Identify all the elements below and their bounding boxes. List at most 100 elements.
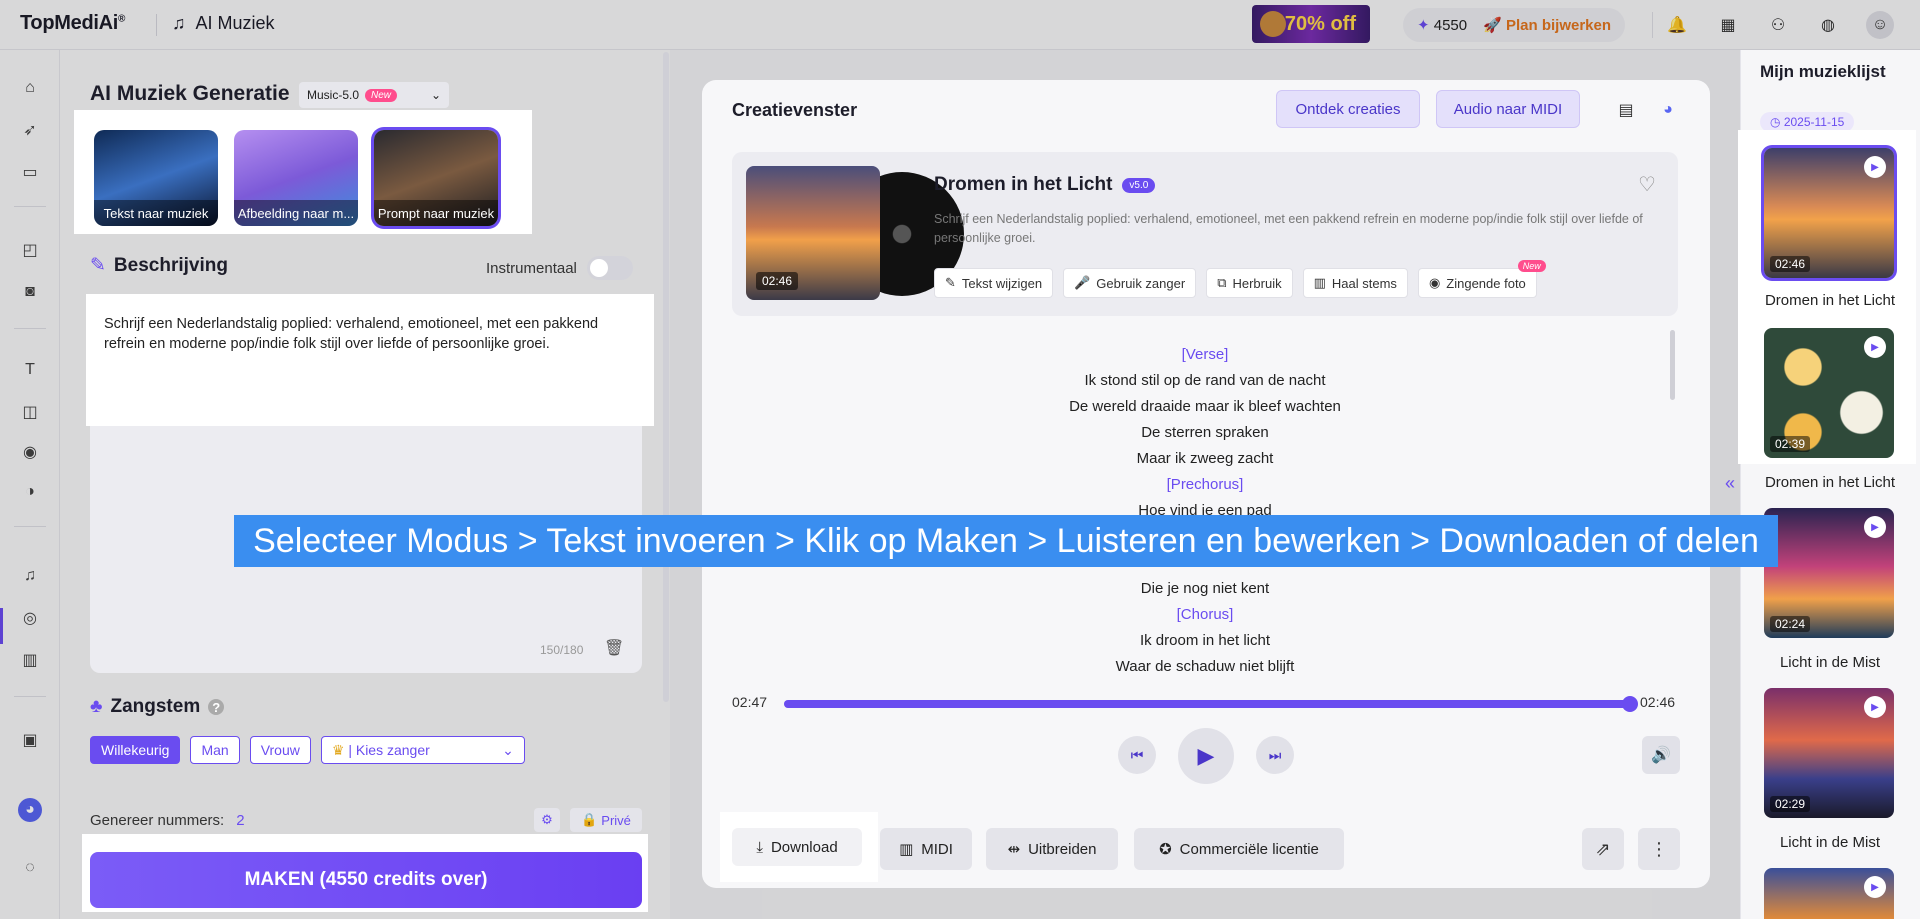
list-settings-icon[interactable]: ▤ [1612,96,1640,124]
trash-icon[interactable]: 🗑 [604,638,624,658]
globe-icon[interactable]: ◍ [1814,11,1842,39]
text-tool-icon[interactable]: T [18,358,42,382]
rocket-nav-icon[interactable]: ➶ [18,118,42,142]
track-name[interactable]: Dromen in het Licht [1740,292,1920,309]
upgrade-plan-button[interactable]: 🚀 Plan bijwerken [1483,16,1611,34]
track-thumb[interactable]: ▶ [1764,868,1894,919]
commercial-license-button[interactable]: ✪ Commerciële licentie [1134,828,1344,870]
lyrics-line: Waar de schaduw niet blijft [1115,658,1295,675]
instrumental-toggle[interactable] [586,256,633,280]
promo-banner[interactable]: 70% off [1252,5,1370,43]
edit-lyrics-button[interactable]: ✎ Tekst wijzigen [934,268,1054,298]
voice-male-button[interactable]: Man [190,736,240,764]
date-chip: ◷ 2025-11-15 [1760,112,1855,132]
next-icon[interactable]: ⏭ [1256,736,1294,774]
extend-button[interactable]: ⇹ Uitbreiden [986,828,1118,870]
edit-icon: ✎ [945,275,956,290]
singing-photo-button[interactable]: ◉ Zingende foto New [1417,260,1546,298]
camera-icon[interactable]: ◙ [18,280,42,304]
new-badge: New [1517,260,1546,272]
track-thumb[interactable]: ▶ 02:46 [1764,148,1894,278]
voice-random-button[interactable]: Willekeurig [90,736,181,764]
panel-scrollbar[interactable] [663,52,669,702]
avatar[interactable]: ☺ [1866,11,1894,39]
mode-image-to-music[interactable]: Afbeelding naar m... [234,130,358,226]
lyrics-view: [Verse] Ik stond stil op de rand van de n… [732,342,1678,680]
track-thumb[interactable]: ▶ 02:24 [1764,508,1894,638]
creative-window-title: Creatievenster [732,100,858,120]
lyrics-section-tag: [Verse] [1181,346,1229,363]
char-counter: 150/180 [540,643,584,657]
progress-knob[interactable] [1622,696,1638,712]
folder-icon[interactable]: ▭ [18,160,42,184]
more-icon[interactable]: ⋮ [1638,828,1680,870]
voice-tool-icon[interactable]: ◉ [18,440,42,464]
time-current: 02:47 [732,694,768,710]
previous-icon[interactable]: ⏮ [1118,736,1156,774]
track-name[interactable]: Dromen in het Licht [1740,474,1920,491]
reuse-button[interactable]: ⧉ Herbruik [1206,268,1293,298]
get-stems-button[interactable]: ▥ Haal stems [1302,268,1408,298]
panel-title: AI Muziek Generatie [90,82,290,105]
bell-icon[interactable]: 🔔 [1663,11,1691,39]
mode-selector: Tekst naar muziek Afbeelding naar m... P… [74,110,532,234]
chat-icon[interactable]: ◌ [18,856,42,880]
play-icon[interactable]: ▶ [1178,728,1234,784]
download-icon: ⤓ [756,838,763,856]
home-icon[interactable]: ⌂ [18,76,42,100]
piano-icon[interactable]: ▥ [18,648,42,672]
voice-female-button[interactable]: Vrouw [249,736,311,764]
ai-tool-icon[interactable]: ▣ [18,728,42,752]
play-icon[interactable]: ▶ [1864,336,1886,358]
chevron-down-icon: ⌄ [502,741,514,758]
gear-icon[interactable]: ⚙ [534,808,560,832]
discord-icon[interactable]: ◕ [18,798,42,822]
mode-prompt-to-music[interactable]: Prompt naar muziek [374,130,498,226]
model-select[interactable]: Music-5.0 New ⌄ [299,82,449,108]
vinyl-icon[interactable]: ◎ [18,606,42,630]
generate-count-row: Genereer nummers: 2 [90,812,245,829]
use-singer-button[interactable]: 🎤 Gebruik zanger [1063,268,1197,298]
download-button[interactable]: ⤓ Download [732,828,862,866]
audio-tool-icon[interactable]: ◑ [18,480,42,504]
credits-pill[interactable]: ✦ 4550 🚀 Plan bijwerken [1403,8,1626,42]
share-icon[interactable]: ⇗ [1582,828,1624,870]
track-name[interactable]: Licht in de Mist [1740,834,1920,851]
play-icon[interactable]: ▶ [1864,696,1886,718]
network-icon[interactable]: ⚇ [1764,11,1792,39]
award-icon: ✪ [1159,841,1172,858]
extend-icon: ⇹ [1007,841,1021,858]
progress-fill [784,700,1630,708]
privacy-button[interactable]: 🔒 Privé [570,808,642,832]
track-thumb[interactable]: ▶ 02:29 [1764,688,1894,818]
music-nav-icon[interactable]: ♫ [18,564,42,588]
play-icon[interactable]: ▶ [1864,876,1886,898]
singer-select[interactable]: ♛ | Kies zanger ⌄ [320,736,525,764]
play-icon[interactable]: ▶ [1864,156,1886,178]
song-title: Dromen in het Licht v5.0 [934,174,1156,196]
play-icon[interactable]: ▶ [1864,516,1886,538]
calendar-icon[interactable]: ▦ [1714,11,1742,39]
heart-icon[interactable]: ♡ [1638,172,1656,197]
mode-text-to-music[interactable]: Tekst naar muziek [94,130,218,226]
track-thumb[interactable]: ▶ 02:39 [1764,328,1894,458]
volume-icon[interactable]: 🔊 [1642,736,1680,774]
music-list-title: Mijn muzieklijst [1760,62,1886,81]
midi-button[interactable]: ▥ MIDI [880,828,972,870]
description-text[interactable]: Schrijf een Nederlandstalig poplied: ver… [86,294,654,426]
lyrics-scrollbar[interactable] [1670,330,1675,400]
generate-count[interactable]: 2 [236,812,244,829]
track-name[interactable]: Licht in de Mist [1740,654,1920,671]
video-edit-icon[interactable]: ◰ [18,238,42,262]
collapse-chevron-icon[interactable]: « [1720,455,1740,511]
help-icon[interactable]: ? [208,699,225,715]
discord-icon[interactable]: ◕ [1654,96,1682,124]
discover-creations-button[interactable]: Ontdek creaties [1276,90,1420,128]
speech-tool-icon[interactable]: ◫ [18,400,42,424]
logo[interactable]: TopMediAi® [20,12,125,35]
chevron-down-icon: ⌄ [430,88,441,102]
progress-bar[interactable] [784,696,1638,712]
audio-to-midi-button[interactable]: Audio naar MIDI [1436,90,1580,128]
make-button[interactable]: MAKEN (4550 credits over) [90,852,642,908]
divider [1652,12,1653,38]
